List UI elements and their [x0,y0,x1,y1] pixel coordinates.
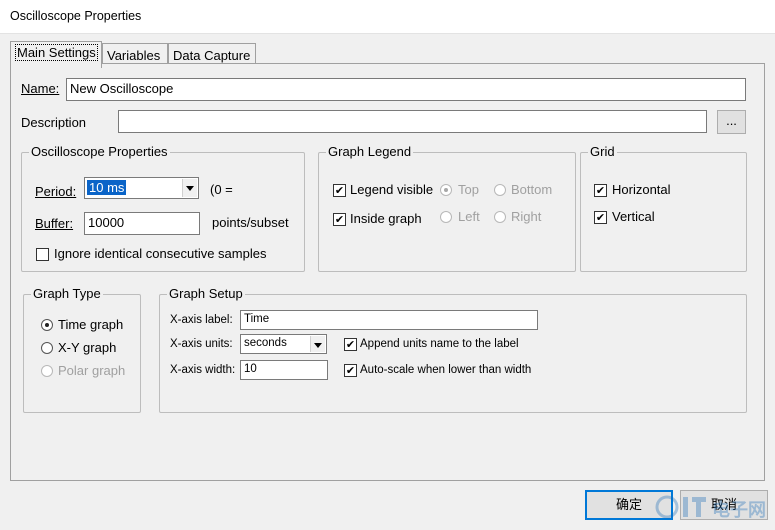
x-axis-label-label: X-axis label: [170,314,233,326]
chevron-down-icon[interactable] [310,336,325,352]
check-mark-icon: ✔ [595,184,606,197]
main-settings-page: Name: New Oscilloscope Description ... O… [10,63,765,481]
x-axis-units-value: seconds [244,337,287,349]
legend-left-radio[interactable] [440,211,452,223]
tab-variables-label: Variables [107,48,161,63]
legend-left-label: Left [458,209,480,224]
graph-type-title: Graph Type [31,286,103,301]
legend-right-label: Right [511,209,542,224]
name-label: Name: [21,81,59,96]
x-axis-units-label: X-axis units: [170,338,233,350]
legend-bottom-label: Bottom [511,182,553,197]
radio-dot-icon [444,188,448,192]
legend-top-label: Top [458,182,479,197]
legend-bottom-radio[interactable] [494,184,506,196]
ignore-identical-checkbox[interactable] [36,248,49,261]
x-axis-width-label: X-axis width: [170,364,236,376]
buffer-label-text: Buffer: [35,216,74,231]
buffer-label: Buffer: [35,216,73,231]
grid-horizontal-label: Horizontal [612,182,671,197]
description-browse-button[interactable]: ... [717,110,746,134]
polar-graph-label: Polar graph [58,363,126,378]
tab-data-capture-label: Data Capture [173,48,251,63]
grid-group: Grid ✔ Horizontal ✔ Vertical [580,144,747,272]
period-select[interactable]: 10 ms [84,177,199,199]
check-mark-icon: ✔ [345,338,356,351]
description-input[interactable] [118,110,707,133]
tab-main-settings[interactable]: Main Settings [10,41,102,68]
x-axis-units-select[interactable]: seconds [240,334,327,354]
period-label-text: Period: [35,184,77,199]
check-mark-icon: ✔ [334,213,345,226]
oscilloscope-properties-group: Oscilloscope Properties Period: 10 ms (0… [21,144,305,272]
xy-graph-label: X-Y graph [58,340,117,355]
autoscale-checkbox[interactable]: ✔ [344,364,357,377]
name-input[interactable]: New Oscilloscope [66,78,746,101]
check-mark-icon: ✔ [334,184,345,197]
period-select-value: 10 ms [87,180,127,195]
inside-graph-label: Inside graph [350,211,422,226]
check-mark-icon: ✔ [595,211,606,224]
tab-main-settings-label: Main Settings [15,44,98,61]
title-bar: Oscilloscope Properties [0,0,775,34]
watermark-logo: 电子网 [655,492,773,522]
window-title: Oscilloscope Properties [10,9,142,23]
append-units-checkbox[interactable]: ✔ [344,338,357,351]
polar-graph-radio[interactable] [41,365,53,377]
append-units-label: Append units name to the label [360,338,519,350]
period-hint: (0 = [210,182,233,197]
graph-setup-title: Graph Setup [167,286,245,301]
graph-legend-group: Graph Legend ✔ Legend visible Top Bottom… [318,144,576,272]
time-graph-radio[interactable] [41,319,53,331]
autoscale-label: Auto-scale when lower than width [360,364,532,376]
buffer-unit-label: points/subset [212,215,289,230]
graph-type-group: Graph Type Time graph X-Y graph Polar gr… [23,286,141,413]
grid-horizontal-checkbox[interactable]: ✔ [594,184,607,197]
watermark-text: 电子网 [712,500,766,521]
legend-right-radio[interactable] [494,211,506,223]
period-label: Period: [35,184,76,199]
ignore-identical-label: Ignore identical consecutive samples [54,246,267,261]
legend-top-radio[interactable] [440,184,452,196]
legend-visible-checkbox[interactable]: ✔ [333,184,346,197]
check-mark-icon: ✔ [345,364,356,377]
grid-title: Grid [588,144,617,159]
grid-vertical-label: Vertical [612,209,655,224]
description-label: Description [21,115,87,130]
oscilloscope-properties-title: Oscilloscope Properties [29,144,170,159]
time-graph-label: Time graph [58,317,124,332]
name-label-text: Name: [21,81,60,96]
x-axis-width-input[interactable]: 10 [240,360,328,380]
radio-dot-icon [45,323,49,327]
x-axis-label-input[interactable]: Time [240,310,538,330]
graph-legend-title: Graph Legend [326,144,414,159]
legend-visible-label: Legend visible [350,182,434,197]
graph-setup-group: Graph Setup X-axis label: Time X-axis un… [159,286,747,413]
xy-graph-radio[interactable] [41,342,53,354]
grid-vertical-checkbox[interactable]: ✔ [594,211,607,224]
inside-graph-checkbox[interactable]: ✔ [333,213,346,226]
buffer-input[interactable]: 10000 [84,212,200,235]
chevron-down-icon[interactable] [182,179,197,197]
